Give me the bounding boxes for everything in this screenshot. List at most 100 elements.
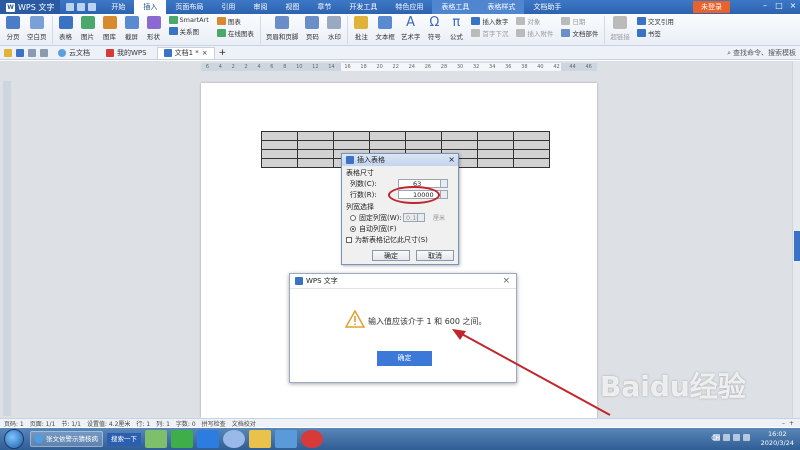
- object-button[interactable]: 对象: [516, 16, 553, 26]
- network-icon[interactable]: [743, 434, 750, 441]
- table-cell[interactable]: [333, 140, 370, 150]
- tab-my-wps[interactable]: 我的WPS: [100, 47, 153, 59]
- table-cell[interactable]: [261, 140, 298, 150]
- folder-icon[interactable]: [4, 48, 12, 57]
- insert-number-button[interactable]: 插入数字: [471, 16, 508, 26]
- table-cell[interactable]: [513, 131, 550, 141]
- tab-doc-assistant[interactable]: 文档助手: [524, 0, 570, 14]
- table-cell[interactable]: [369, 140, 406, 150]
- alert-ok-button[interactable]: 确定: [377, 351, 432, 366]
- tab-table-tools[interactable]: 表格工具: [432, 0, 479, 14]
- table-cell[interactable]: [477, 131, 514, 141]
- chat-icon[interactable]: [223, 430, 245, 448]
- tab-home[interactable]: 开始: [102, 0, 134, 14]
- vertical-ruler[interactable]: [3, 81, 11, 416]
- print-icon[interactable]: [77, 3, 86, 11]
- screenshot-button[interactable]: 截屏: [121, 16, 143, 41]
- ok-button[interactable]: 确定: [372, 250, 410, 261]
- tab-close-icon[interactable]: ×: [202, 47, 208, 59]
- wps-writer-icon[interactable]: [197, 430, 219, 448]
- table-cell[interactable]: [261, 131, 298, 141]
- tab-developer[interactable]: 开发工具: [340, 0, 386, 14]
- clock[interactable]: 16:02 2020/3/24: [761, 430, 794, 448]
- close-icon[interactable]: ×: [448, 155, 455, 164]
- table-cell[interactable]: [333, 131, 370, 141]
- close-icon[interactable]: ×: [788, 1, 798, 11]
- formula-button[interactable]: π 公式: [445, 16, 467, 41]
- vertical-scrollbar[interactable]: [792, 61, 800, 418]
- photo-icon[interactable]: [275, 430, 297, 448]
- new-tab-icon[interactable]: +: [219, 48, 227, 58]
- login-button[interactable]: 未登录: [693, 1, 730, 13]
- textbox-button[interactable]: 文本框: [372, 16, 398, 41]
- tab-table-style[interactable]: 表格样式: [478, 0, 525, 14]
- alert-title-bar[interactable]: WPS 文字: [290, 274, 516, 289]
- tab-review[interactable]: 审阅: [244, 0, 276, 14]
- gallery-button[interactable]: 图库: [99, 16, 121, 41]
- table-cell[interactable]: [477, 149, 514, 159]
- online-chart-button[interactable]: 在线图表: [216, 28, 254, 38]
- tab-references[interactable]: 引用: [212, 0, 244, 14]
- horizontal-ruler[interactable]: 6 4 2 2 4 6 8 10 12 14 16 18 20 22 24 26 28 30 32 34 36 38 40 4…: [201, 63, 597, 71]
- redo-icon[interactable]: [40, 48, 48, 57]
- scrollbar-thumb[interactable]: [794, 231, 800, 261]
- taskbar-browser-item[interactable]: 张文依警示猜核病: [30, 431, 103, 447]
- page-break-button[interactable]: 分页: [2, 16, 24, 41]
- app-menu-button[interactable]: W WPS 文字: [0, 0, 61, 14]
- auto-width-radio[interactable]: [350, 225, 356, 232]
- table-button[interactable]: 表格: [55, 16, 77, 41]
- table-cell[interactable]: [297, 131, 334, 141]
- tab-layout[interactable]: 页面布局: [166, 0, 212, 14]
- table-cell[interactable]: [297, 140, 334, 150]
- command-search[interactable]: ⌕ 查找命令、搜索模板: [727, 48, 796, 58]
- minimize-icon[interactable]: –: [760, 1, 770, 11]
- insert-table-dialog-title-bar[interactable]: 插入表格: [342, 154, 458, 166]
- smartart-button[interactable]: SmartArt: [168, 16, 209, 24]
- save-icon[interactable]: [66, 3, 75, 11]
- table-cell[interactable]: [405, 140, 442, 150]
- tray-icon[interactable]: [723, 434, 730, 441]
- status-proofread[interactable]: 文档校对: [232, 419, 256, 428]
- tab-cloud-docs[interactable]: 云文档: [52, 47, 96, 59]
- blank-page-button[interactable]: 空白页: [24, 16, 50, 41]
- relation-button[interactable]: 关系图: [168, 26, 209, 36]
- wordart-button[interactable]: A 艺术字: [398, 16, 424, 41]
- explorer-icon[interactable]: [249, 430, 271, 448]
- tab-document1[interactable]: 文档1 * ×: [156, 46, 215, 59]
- picture-button[interactable]: 图片: [77, 16, 99, 41]
- table-cell[interactable]: [441, 131, 478, 141]
- tab-insert[interactable]: 插入: [134, 0, 167, 14]
- fixed-width-radio[interactable]: [350, 214, 356, 221]
- table-cell[interactable]: [405, 131, 442, 141]
- table-cell[interactable]: [297, 158, 334, 168]
- drop-cap-button[interactable]: 首字下沉: [471, 28, 508, 38]
- close-icon[interactable]: ×: [502, 276, 510, 286]
- crossref-button[interactable]: 交叉引用: [636, 16, 674, 26]
- save-icon[interactable]: [16, 48, 24, 57]
- status-wordcount[interactable]: 字数: 0: [176, 419, 196, 428]
- maximize-icon[interactable]: □: [774, 1, 784, 11]
- table-cell[interactable]: [477, 158, 514, 168]
- table-cell[interactable]: [513, 158, 550, 168]
- table-cell[interactable]: [513, 149, 550, 159]
- tab-chapter[interactable]: 章节: [308, 0, 340, 14]
- taskbar-search-button[interactable]: 搜索一下: [107, 432, 141, 446]
- comment-button[interactable]: 批注: [350, 16, 372, 41]
- page-number-button[interactable]: 页码: [301, 16, 323, 41]
- table-cell[interactable]: [297, 149, 334, 159]
- app-icon[interactable]: [301, 430, 323, 448]
- fixed-width-stepper[interactable]: 0.16: [403, 213, 425, 222]
- start-button[interactable]: [4, 429, 24, 449]
- date-button[interactable]: 日期: [561, 16, 598, 26]
- tray-icon[interactable]: [713, 434, 720, 441]
- browser-icon[interactable]: [145, 430, 167, 448]
- chart-button[interactable]: 图表: [216, 16, 254, 26]
- symbol-button[interactable]: Ω 符号: [423, 16, 445, 41]
- zoom-in-icon[interactable]: +: [789, 420, 794, 427]
- insert-attachment-button[interactable]: 插入附件: [516, 28, 553, 38]
- table-cell[interactable]: [513, 140, 550, 150]
- undo-icon[interactable]: [28, 48, 36, 57]
- tab-view[interactable]: 视图: [276, 0, 308, 14]
- cancel-button[interactable]: 取消: [416, 250, 454, 261]
- hyperlink-button[interactable]: 超链接: [607, 16, 633, 41]
